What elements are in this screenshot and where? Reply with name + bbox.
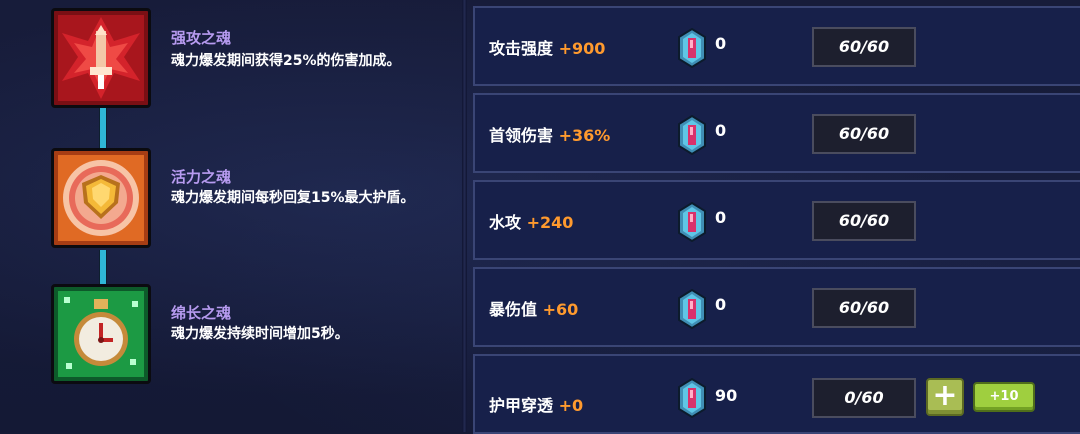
gem-count: 0 <box>715 208 727 227</box>
level-progress: 60/60 <box>812 201 916 241</box>
stat-name: 攻击强度 <box>489 39 554 58</box>
level-progress: 60/60 <box>812 114 916 154</box>
gem-count: 0 <box>715 34 727 53</box>
stat-row-water-attack: 水攻 +240 0 60/60 <box>473 180 1080 260</box>
soul-description: 魂力爆发期间获得25%的伤害加成。 <box>171 53 401 69</box>
soul-row-strike: 强攻之魂 魂力爆发期间获得25%的伤害加成。 <box>0 0 462 120</box>
stat-label: 攻击强度 +900 <box>489 35 605 59</box>
soul-gem-icon <box>678 202 706 242</box>
stat-value: +0 <box>558 396 584 415</box>
gem-count: 90 <box>715 386 738 405</box>
stat-label: 水攻 +240 <box>489 209 573 233</box>
soul-gem-icon <box>678 289 706 329</box>
stat-name: 护甲穿透 <box>489 396 554 415</box>
stat-value: +240 <box>526 213 574 232</box>
stat-name: 首领伤害 <box>489 126 554 145</box>
add-one-button[interactable]: + <box>926 378 964 416</box>
stat-value: +36% <box>558 126 611 145</box>
stat-row-armor-penetration: 护甲穿透 +0 90 0/60 + +10 <box>473 354 1080 434</box>
soul-row-longevity: 绵长之魂 魂力爆发持续时间增加5秒。 <box>0 280 462 400</box>
stat-row-boss-damage: 首领伤害 +36% 0 60/60 <box>473 93 1080 173</box>
strike-soul-icon[interactable] <box>51 8 151 108</box>
gem-count: 0 <box>715 295 727 314</box>
level-progress: 60/60 <box>812 288 916 328</box>
soul-gem-icon <box>678 378 706 418</box>
stat-label: 首领伤害 +36% <box>489 122 610 146</box>
level-progress: 60/60 <box>812 27 916 67</box>
soul-description: 魂力爆发持续时间增加5秒。 <box>171 326 349 342</box>
panel-divider <box>462 0 467 432</box>
soul-description: 魂力爆发期间每秒回复15%最大护盾。 <box>171 190 415 206</box>
longevity-soul-icon[interactable] <box>51 284 151 384</box>
stat-row-attack: 攻击强度 +900 0 60/60 <box>473 6 1080 86</box>
soul-panel: 强攻之魂 魂力爆发期间获得25%的伤害加成。 活力之魂 魂力爆发期间每秒回复15… <box>0 0 462 432</box>
soul-gem-icon <box>678 28 706 68</box>
stat-name: 暴伤值 <box>489 300 538 319</box>
add-ten-button[interactable]: +10 <box>973 382 1035 412</box>
soul-name: 绵长之魂 <box>171 304 232 322</box>
level-progress: 0/60 <box>812 378 916 418</box>
stat-row-crit-damage: 暴伤值 +60 0 60/60 <box>473 267 1080 347</box>
soul-name: 强攻之魂 <box>171 29 232 47</box>
vitality-soul-icon[interactable] <box>51 148 151 248</box>
soul-gem-icon <box>678 115 706 155</box>
soul-name: 活力之魂 <box>171 168 232 186</box>
stat-label: 护甲穿透 +0 <box>489 392 583 416</box>
gem-count: 0 <box>715 121 727 140</box>
stat-name: 水攻 <box>489 213 522 232</box>
soul-row-vitality: 活力之魂 魂力爆发期间每秒回复15%最大护盾。 <box>0 142 462 262</box>
stat-value: +900 <box>558 39 606 58</box>
stat-label: 暴伤值 +60 <box>489 296 578 320</box>
stat-value: +60 <box>542 300 579 319</box>
